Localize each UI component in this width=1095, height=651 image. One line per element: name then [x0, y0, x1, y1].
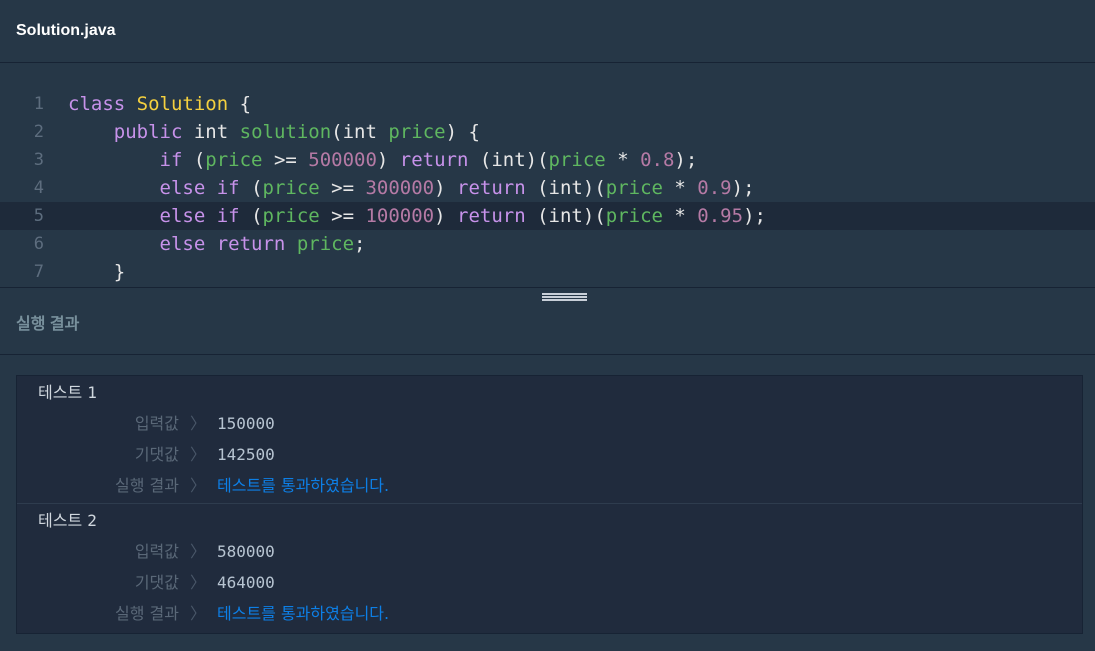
test-results-list: 테스트 1 입력값 〉 150000 기댓값 〉 142500 실행 결과 〉 … — [16, 375, 1083, 634]
code-line-7[interactable]: 7 } — [0, 258, 1095, 286]
code-line-6[interactable]: 6 else return price; — [0, 230, 1095, 258]
test-case-title: 테스트 2 — [38, 511, 97, 530]
file-name: Solution.java — [16, 22, 116, 39]
expected-label: 기댓값 — [134, 445, 179, 464]
line-number: 4 — [33, 178, 44, 198]
test-case-2: 테스트 2 입력값 〉 580000 기댓값 〉 464000 실행 결과 〉 … — [17, 504, 1082, 633]
expected-row: 기댓값 〉 464000 — [17, 567, 1082, 598]
chevron-right-icon: 〉 — [189, 573, 206, 592]
panel-resize-splitter[interactable] — [0, 287, 1095, 302]
result-panel-title: 실행 결과 — [16, 316, 80, 333]
code-text[interactable]: public int solution(int price) { — [68, 118, 480, 146]
code-line-2[interactable]: 2 public int solution(int price) { — [0, 118, 1095, 146]
drag-handle-icon[interactable] — [542, 293, 587, 301]
result-label: 실행 결과 — [115, 604, 179, 623]
expected-row: 기댓값 〉 142500 — [17, 439, 1082, 470]
chevron-right-icon: 〉 — [189, 445, 206, 464]
expected-value: 142500 — [217, 445, 275, 464]
code-line-3[interactable]: 3 if (price >= 500000) return (int)(pric… — [0, 146, 1095, 174]
input-label: 입력값 — [134, 414, 179, 433]
result-row: 실행 결과 〉 테스트를 통과하였습니다. — [17, 470, 1082, 501]
code-text[interactable]: } — [68, 258, 125, 286]
line-number: 3 — [33, 150, 44, 170]
code-text[interactable]: else return price; — [68, 230, 366, 258]
expected-label: 기댓값 — [134, 573, 179, 592]
test-case-number: 1 — [87, 383, 97, 402]
input-row: 입력값 〉 150000 — [17, 408, 1082, 439]
test-case-1: 테스트 1 입력값 〉 150000 기댓값 〉 142500 실행 결과 〉 … — [17, 376, 1082, 504]
code-text[interactable]: class Solution { — [68, 90, 251, 118]
line-number: 1 — [33, 94, 44, 114]
chevron-right-icon: 〉 — [189, 476, 206, 495]
test-case-number: 2 — [87, 511, 97, 530]
code-text[interactable]: else if (price >= 100000) return (int)(p… — [68, 202, 766, 230]
file-tab-header: Solution.java — [0, 0, 1095, 63]
result-label: 실행 결과 — [115, 476, 179, 495]
input-label: 입력값 — [134, 542, 179, 561]
code-text[interactable]: if (price >= 500000) return (int)(price … — [68, 146, 698, 174]
line-number: 6 — [33, 234, 44, 254]
line-number: 7 — [33, 262, 44, 282]
expected-value: 464000 — [217, 573, 275, 592]
code-editor[interactable]: 1 class Solution { 2 public int solution… — [0, 63, 1095, 287]
result-row: 실행 결과 〉 테스트를 통과하였습니다. — [17, 598, 1082, 629]
test-case-title: 테스트 1 — [38, 383, 97, 402]
code-text[interactable]: else if (price >= 300000) return (int)(p… — [68, 174, 755, 202]
line-number: 2 — [33, 122, 44, 142]
chevron-right-icon: 〉 — [189, 414, 206, 433]
input-value: 150000 — [217, 414, 275, 433]
chevron-right-icon: 〉 — [189, 604, 206, 623]
code-line-4[interactable]: 4 else if (price >= 300000) return (int)… — [0, 174, 1095, 202]
line-number: 5 — [33, 206, 44, 226]
code-line-1[interactable]: 1 class Solution { — [0, 90, 1095, 118]
code-line-5[interactable]: 5 else if (price >= 100000) return (int)… — [0, 202, 1095, 230]
input-row: 입력값 〉 580000 — [17, 536, 1082, 567]
result-status: 테스트를 통과하였습니다. — [217, 476, 390, 495]
result-panel-header: 실행 결과 — [0, 302, 1095, 355]
chevron-right-icon: 〉 — [189, 542, 206, 561]
input-value: 580000 — [217, 542, 275, 561]
result-status: 테스트를 통과하였습니다. — [217, 604, 390, 623]
